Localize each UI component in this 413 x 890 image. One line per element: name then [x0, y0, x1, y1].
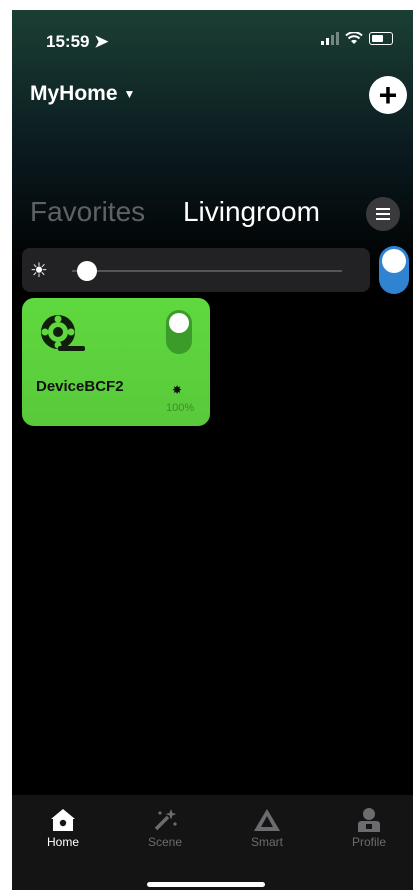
signal-icon [321, 32, 339, 45]
bottom-tab-bar: Home Scene Smart Profile [12, 795, 413, 890]
app-screen: 15:59 ➤ MyHome ▼ + Favorites Livingroom ☀ [12, 10, 413, 890]
status-time: 15:59 ➤ [46, 32, 109, 51]
tab-home-label: Home [46, 835, 79, 849]
film-reel-icon [41, 315, 85, 351]
plus-icon: + [378, 77, 398, 113]
tab-profile[interactable]: Profile [329, 805, 409, 849]
room-power-toggle[interactable] [379, 246, 409, 294]
slider-track[interactable] [72, 270, 342, 272]
home-indicator [147, 882, 265, 887]
tab-scene-label: Scene [147, 835, 183, 849]
slider-thumb[interactable] [77, 261, 98, 281]
battery-icon [369, 32, 393, 45]
status-bar: 15:59 ➤ [46, 32, 393, 52]
sun-icon: ☀ [30, 260, 48, 282]
room-menu-button[interactable] [366, 197, 400, 231]
status-icons [321, 32, 393, 45]
tab-smart-label: Smart [250, 835, 283, 849]
caret-down-icon: ▼ [123, 87, 136, 102]
location-arrow-icon: ➤ [94, 32, 109, 51]
triangle-logo-icon [254, 809, 280, 831]
tab-livingroom[interactable]: Livingroom [183, 196, 320, 227]
tab-favorites[interactable]: Favorites [30, 196, 145, 227]
tab-scene[interactable]: Scene [125, 805, 205, 849]
house-icon [51, 809, 75, 831]
brightness-icon: ✸ [172, 383, 183, 397]
home-selector[interactable]: MyHome ▼ [30, 82, 135, 106]
tab-profile-label: Profile [351, 835, 386, 849]
add-button[interactable]: + [369, 76, 407, 114]
hamburger-icon [376, 208, 390, 210]
tab-smart[interactable]: Smart [227, 805, 307, 849]
tab-home[interactable]: Home [23, 805, 103, 849]
device-brightness-value: 100% [166, 402, 195, 414]
device-card[interactable]: DeviceBCF2 ✸ 100% [22, 298, 210, 426]
device-name: DeviceBCF2 [36, 378, 124, 395]
wifi-icon [345, 32, 363, 44]
person-icon [358, 808, 380, 832]
magic-wand-icon [154, 809, 177, 831]
device-power-toggle[interactable] [166, 310, 192, 354]
room-tabs: Favorites Livingroom [30, 196, 320, 228]
room-brightness-slider[interactable]: ☀ [22, 248, 370, 292]
